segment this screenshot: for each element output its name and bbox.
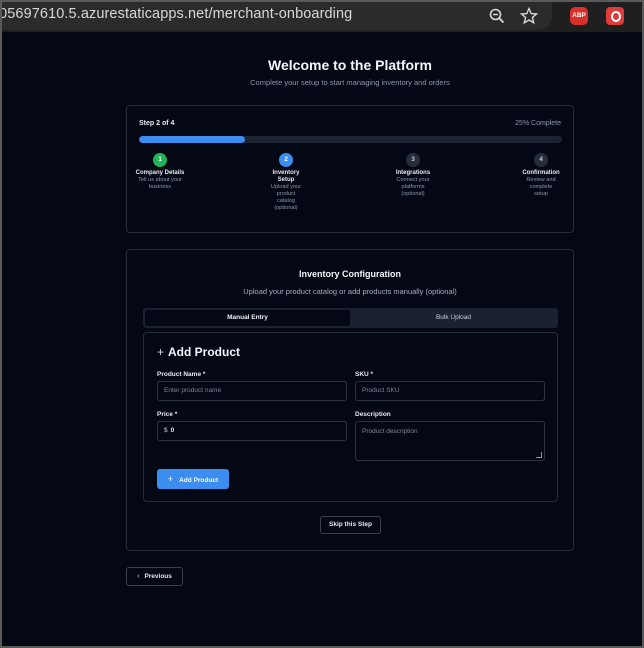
address-bar[interactable]: -005697610.5.azurestaticapps.net/merchan… bbox=[2, 2, 552, 30]
step-number-badge: 2 bbox=[279, 153, 293, 167]
resize-handle-icon[interactable] bbox=[536, 452, 542, 458]
plus-icon: + bbox=[157, 345, 165, 359]
price-input[interactable]: $0 bbox=[157, 421, 347, 441]
app-frame: -005697610.5.azurestaticapps.net/merchan… bbox=[0, 0, 644, 648]
form-heading: + Add Product bbox=[157, 345, 240, 359]
step-confirmation: 4 Confirmation Review and complete setup bbox=[511, 153, 571, 198]
step-description: Review and complete setup bbox=[526, 177, 556, 197]
previous-button[interactable]: ‹ Previous bbox=[126, 567, 183, 586]
adblock-extension-icon[interactable]: ABP bbox=[570, 7, 588, 25]
step-inventory-setup: 2 Inventory Setup Upload your product ca… bbox=[256, 153, 316, 212]
step-title: Confirmation bbox=[522, 170, 560, 176]
chevron-left-icon: ‹ bbox=[137, 573, 140, 580]
step-description: Upload your product catalog (optional) bbox=[270, 184, 302, 211]
step-integrations: 3 Integrations Connect your platforms (o… bbox=[383, 153, 443, 198]
tab-manual-entry[interactable]: Manual Entry bbox=[145, 310, 350, 326]
page-title: Welcome to the Platform bbox=[268, 57, 432, 73]
description-label: Description bbox=[355, 411, 391, 418]
page-subtitle: Complete your setup to start managing in… bbox=[250, 78, 450, 87]
address-bar-url[interactable]: -005697610.5.azurestaticapps.net/merchan… bbox=[2, 6, 352, 22]
inventory-config-card: Inventory Configuration Upload your prod… bbox=[126, 249, 574, 551]
step-company-details: 1 Company Details Tell us about your bus… bbox=[130, 153, 190, 191]
step-number-badge: 4 bbox=[534, 153, 548, 167]
price-value: 0 bbox=[170, 427, 175, 434]
step-title: Inventory Setup bbox=[272, 170, 300, 183]
section-subtitle: Upload your product catalog or add produ… bbox=[243, 287, 457, 296]
step-counter: Step 2 of 4 bbox=[139, 120, 175, 127]
description-placeholder: Product description bbox=[362, 428, 418, 435]
form-heading-text: Add Product bbox=[168, 345, 241, 359]
plus-icon: + bbox=[167, 474, 174, 484]
extension-icon[interactable] bbox=[606, 7, 624, 25]
currency-symbol: $ bbox=[164, 427, 168, 434]
entry-mode-tabs: Manual Entry Bulk Upload bbox=[143, 308, 558, 328]
previous-label: Previous bbox=[144, 573, 172, 580]
step-number-badge: 1 bbox=[153, 153, 167, 167]
tab-bulk-upload[interactable]: Bulk Upload bbox=[351, 310, 556, 326]
sku-label: SKU * bbox=[355, 371, 374, 378]
add-product-button[interactable]: + Add Product bbox=[157, 469, 229, 489]
add-product-label: Add Product bbox=[179, 477, 219, 484]
product-name-input[interactable]: Enter product name bbox=[157, 381, 347, 401]
sku-input[interactable]: Product SKU bbox=[355, 381, 545, 401]
progress-bar-fill bbox=[139, 136, 245, 143]
browser-toolbar: -005697610.5.azurestaticapps.net/merchan… bbox=[2, 2, 642, 32]
add-product-form: + Add Product Product Name * Enter produc… bbox=[143, 332, 558, 502]
step-description: Tell us about your business bbox=[138, 177, 182, 190]
progress-bar bbox=[139, 136, 562, 143]
product-name-label: Product Name * bbox=[157, 371, 206, 378]
bookmark-star-icon[interactable] bbox=[519, 6, 539, 26]
step-title: Integrations bbox=[395, 170, 431, 176]
step-title: Company Details bbox=[135, 170, 185, 176]
description-textarea[interactable]: Product description bbox=[355, 421, 545, 461]
section-title: Inventory Configuration bbox=[299, 269, 401, 279]
step-description: Connect your platforms (optional) bbox=[396, 177, 430, 197]
skip-step-button[interactable]: Skip this Step bbox=[320, 516, 381, 534]
price-label: Price * bbox=[157, 411, 178, 418]
zoom-icon[interactable] bbox=[487, 6, 507, 26]
step-number-badge: 3 bbox=[406, 153, 420, 167]
percent-complete: 25% Complete bbox=[515, 120, 561, 127]
progress-card: Step 2 of 4 25% Complete 1 Company Detai… bbox=[126, 105, 574, 233]
